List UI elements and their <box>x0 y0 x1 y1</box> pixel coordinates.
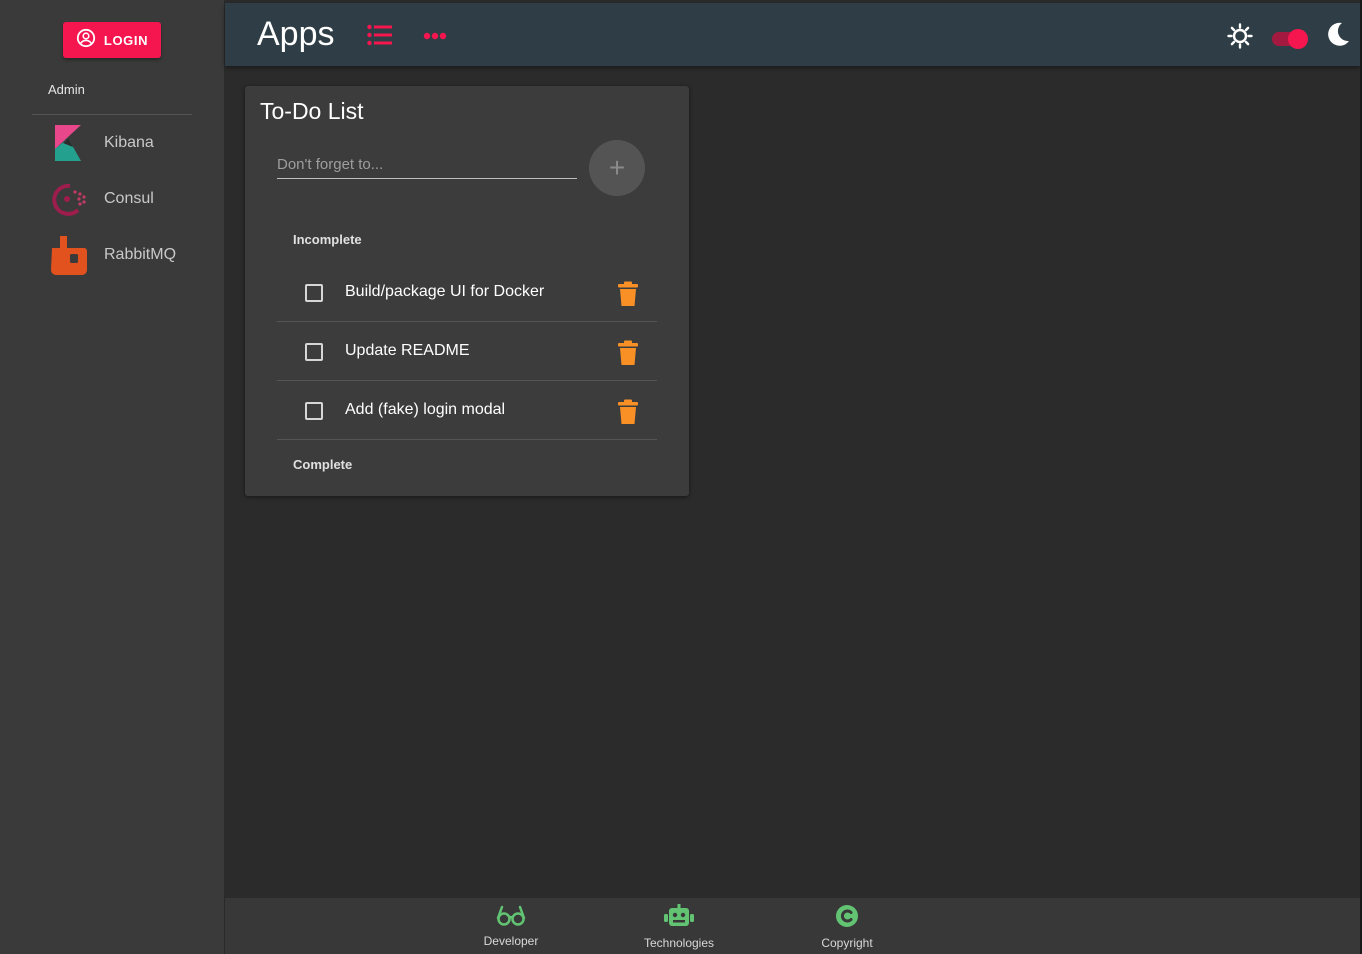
sidebar-item-kibana[interactable]: Kibana <box>46 121 216 165</box>
incomplete-heading: Incomplete <box>293 232 362 247</box>
todo-input[interactable] <box>277 151 577 179</box>
todo-card: To-Do List + Incomplete Build/package UI… <box>245 86 689 496</box>
sidebar-item-rabbitmq[interactable]: RabbitMQ <box>46 233 216 277</box>
admin-label: Admin <box>48 82 85 97</box>
app-header: Apps <box>225 3 1360 66</box>
footer-technologies[interactable]: Technologies <box>624 904 734 950</box>
todo-checkbox[interactable] <box>305 284 323 302</box>
sidebar-item-label: Kibana <box>104 134 154 151</box>
delete-todo-button[interactable] <box>617 340 641 366</box>
sun-icon <box>1227 22 1253 54</box>
more-horiz-icon <box>423 27 449 45</box>
trash-icon <box>617 340 639 370</box>
todo-item-text: Update README <box>345 342 470 359</box>
dark-mode-button[interactable] <box>1323 21 1353 51</box>
glasses-icon <box>496 904 526 931</box>
todo-checkbox[interactable] <box>305 402 323 420</box>
sidebar-divider <box>32 114 192 115</box>
todo-item: Build/package UI for Docker <box>277 263 657 322</box>
footer-label: Technologies <box>643 936 715 950</box>
footer-label: Developer <box>483 934 539 948</box>
footer-developer[interactable]: Developer <box>456 904 566 950</box>
rabbitmq-logo-icon <box>46 233 90 277</box>
sidebar-item-consul[interactable]: Consul <box>46 177 216 221</box>
sidebar: LOGIN Admin Kibana Consul RabbitMQ <box>0 0 225 954</box>
footer-label: Copyright <box>821 936 873 950</box>
more-options-button[interactable] <box>422 22 450 50</box>
light-mode-button[interactable] <box>1225 22 1255 54</box>
add-todo-button[interactable]: + <box>589 140 645 196</box>
list-view-button[interactable] <box>365 22 395 52</box>
footer: Developer Technologies Copyright <box>225 898 1362 954</box>
page-title: Apps <box>257 15 335 53</box>
trash-icon <box>617 399 639 429</box>
sidebar-item-label: RabbitMQ <box>104 246 177 263</box>
todo-item-text: Add (fake) login modal <box>345 401 506 418</box>
login-button-label: LOGIN <box>103 32 149 48</box>
todo-item: Update README <box>277 322 657 381</box>
theme-toggle[interactable] <box>1270 27 1310 51</box>
copyright-icon <box>835 904 859 933</box>
footer-copyright[interactable]: Copyright <box>792 904 902 950</box>
robot-icon <box>663 904 695 933</box>
complete-heading: Complete <box>293 457 353 472</box>
login-button[interactable]: LOGIN <box>63 22 161 58</box>
todo-title: To-Do List <box>260 98 364 124</box>
todo-item: Add (fake) login modal <box>277 381 657 440</box>
todo-item-text: Build/package UI for Docker <box>345 283 545 300</box>
trash-icon <box>617 281 639 311</box>
todo-checkbox[interactable] <box>305 343 323 361</box>
plus-icon: + <box>608 152 626 183</box>
consul-logo-icon <box>46 177 90 221</box>
moon-icon <box>1325 21 1351 52</box>
list-icon <box>367 24 393 51</box>
account-circle-icon <box>76 28 96 53</box>
delete-todo-button[interactable] <box>617 399 641 425</box>
sidebar-item-label: Consul <box>104 190 154 207</box>
kibana-logo-icon <box>46 121 90 165</box>
delete-todo-button[interactable] <box>617 281 641 307</box>
